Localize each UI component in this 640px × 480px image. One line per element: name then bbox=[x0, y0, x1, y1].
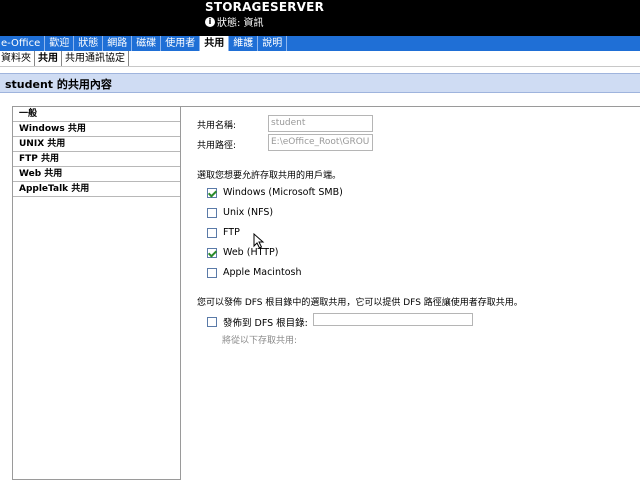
nav-item-status[interactable]: 狀態 bbox=[74, 36, 104, 51]
tab-web-sharing[interactable]: Web 共用 bbox=[13, 167, 180, 182]
client-web-row[interactable]: Web (HTTP) bbox=[207, 247, 278, 258]
status-indicator[interactable]: i 狀態: 資訊 bbox=[205, 14, 264, 29]
client-mac-label: Apple Macintosh bbox=[223, 267, 302, 278]
client-unix-row[interactable]: Unix (NFS) bbox=[207, 207, 273, 218]
info-icon: i bbox=[205, 16, 215, 27]
nav-item-maintenance[interactable]: 維護 bbox=[229, 36, 259, 51]
share-name-label: 共用名稱: bbox=[197, 121, 237, 131]
client-ftp-label: FTP bbox=[223, 227, 240, 238]
status-text: 狀態: 資訊 bbox=[217, 18, 264, 29]
dfs-prompt: 您可以發佈 DFS 根目錄中的選取共用，它可以提供 DFS 路徑讓使用者存取共用… bbox=[197, 298, 523, 308]
subnav-item-share-protocols[interactable]: 共用通訊協定 bbox=[62, 51, 129, 66]
app-header: STORAGESERVER i 狀態: 資訊 bbox=[0, 0, 640, 36]
main-nav: e-Office 歡迎 狀態 網路 磁碟 使用者 共用 維護 說明 bbox=[0, 36, 640, 51]
page-title-bar: student 的共用內容 bbox=[0, 73, 640, 93]
client-mac-checkbox[interactable] bbox=[207, 267, 217, 278]
share-name-input[interactable]: student bbox=[268, 115, 373, 132]
clients-prompt: 選取您想要允許存取共用的用戶端。 bbox=[197, 171, 342, 181]
page-title: student 的共用內容 bbox=[5, 78, 112, 91]
server-name: STORAGESERVER bbox=[205, 0, 325, 14]
client-web-label: Web (HTTP) bbox=[223, 247, 279, 258]
general-properties-panel bbox=[181, 106, 640, 480]
nav-item-welcome[interactable]: 歡迎 bbox=[45, 36, 75, 51]
mouse-pointer-icon bbox=[253, 233, 265, 249]
tab-general[interactable]: 一般 bbox=[13, 107, 180, 122]
nav-item-disks[interactable]: 磁碟 bbox=[132, 36, 162, 51]
nav-item-help[interactable]: 說明 bbox=[258, 36, 288, 51]
client-windows-label: Windows (Microsoft SMB) bbox=[223, 187, 343, 198]
nav-item-eoffice[interactable]: e-Office bbox=[0, 36, 46, 51]
share-path-label: 共用路徑: bbox=[197, 141, 237, 151]
dfs-root-input[interactable] bbox=[313, 313, 473, 326]
dfs-hint: 將從以下存取共用: bbox=[222, 336, 298, 346]
tab-unix-sharing[interactable]: UNIX 共用 bbox=[13, 137, 180, 152]
client-windows-checkbox[interactable] bbox=[207, 187, 217, 198]
tab-appletalk-sharing[interactable]: AppleTalk 共用 bbox=[13, 182, 180, 197]
subnav-item-shares[interactable]: 共用 bbox=[35, 51, 62, 66]
nav-item-users[interactable]: 使用者 bbox=[161, 36, 201, 51]
subnav-item-folders[interactable]: 資料夾 bbox=[0, 51, 35, 66]
share-path-input[interactable]: E:\eOffice_Root\GROU bbox=[268, 134, 373, 151]
client-windows-row[interactable]: Windows (Microsoft SMB) bbox=[207, 187, 343, 198]
properties-tab-list: 一般 Windows 共用 UNIX 共用 FTP 共用 Web 共用 Appl… bbox=[12, 106, 181, 480]
nav-item-shares[interactable]: 共用 bbox=[200, 36, 230, 51]
dfs-publish-label: 發佈到 DFS 根目錄: bbox=[223, 318, 308, 329]
client-web-checkbox[interactable] bbox=[207, 247, 217, 258]
tab-ftp-sharing[interactable]: FTP 共用 bbox=[13, 152, 180, 167]
client-ftp-checkbox[interactable] bbox=[207, 227, 217, 238]
client-unix-label: Unix (NFS) bbox=[223, 207, 274, 218]
client-ftp-row[interactable]: FTP bbox=[207, 227, 240, 238]
nav-item-network[interactable]: 網路 bbox=[103, 36, 133, 51]
sub-nav: 資料夾 共用 共用通訊協定 bbox=[0, 51, 640, 67]
tab-windows-sharing[interactable]: Windows 共用 bbox=[13, 122, 180, 137]
client-mac-row[interactable]: Apple Macintosh bbox=[207, 267, 301, 278]
dfs-publish-row[interactable]: 發佈到 DFS 根目錄: bbox=[207, 315, 308, 329]
dfs-publish-checkbox[interactable] bbox=[207, 317, 217, 327]
client-unix-checkbox[interactable] bbox=[207, 207, 217, 218]
